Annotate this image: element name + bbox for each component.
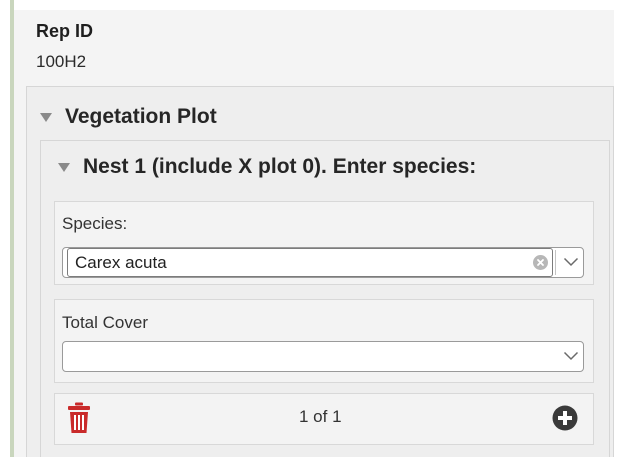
clear-icon[interactable] xyxy=(533,255,548,270)
form-view: Rep ID 100H2 Vegetation Plot Nest 1 (inc… xyxy=(0,0,630,457)
chevron-down-icon[interactable] xyxy=(563,257,579,267)
vegetation-plot-title: Vegetation Plot xyxy=(65,105,217,128)
total-cover-dropdown[interactable] xyxy=(62,341,584,372)
vegetation-plot-header[interactable]: Vegetation Plot xyxy=(40,104,217,130)
chevron-down-icon[interactable] xyxy=(563,351,579,361)
species-input[interactable]: Carex acuta xyxy=(67,248,553,277)
species-label: Species: xyxy=(62,214,128,233)
trash-icon[interactable] xyxy=(67,402,91,434)
rep-id-value: 100H2 xyxy=(36,52,87,71)
nest-1-header[interactable]: Nest 1 (include X plot 0). Enter species… xyxy=(58,154,476,180)
collapse-triangle-icon[interactable] xyxy=(58,162,70,172)
plus-circle-icon[interactable] xyxy=(552,405,578,431)
total-cover-label: Total Cover xyxy=(62,313,148,332)
rep-id-label: Rep ID xyxy=(36,21,94,41)
collapse-triangle-icon[interactable] xyxy=(40,112,52,122)
nest-1-title: Nest 1 (include X plot 0). Enter species… xyxy=(83,155,477,178)
combo-divider xyxy=(555,250,556,275)
record-pager-text: 1 of 1 xyxy=(299,407,342,426)
